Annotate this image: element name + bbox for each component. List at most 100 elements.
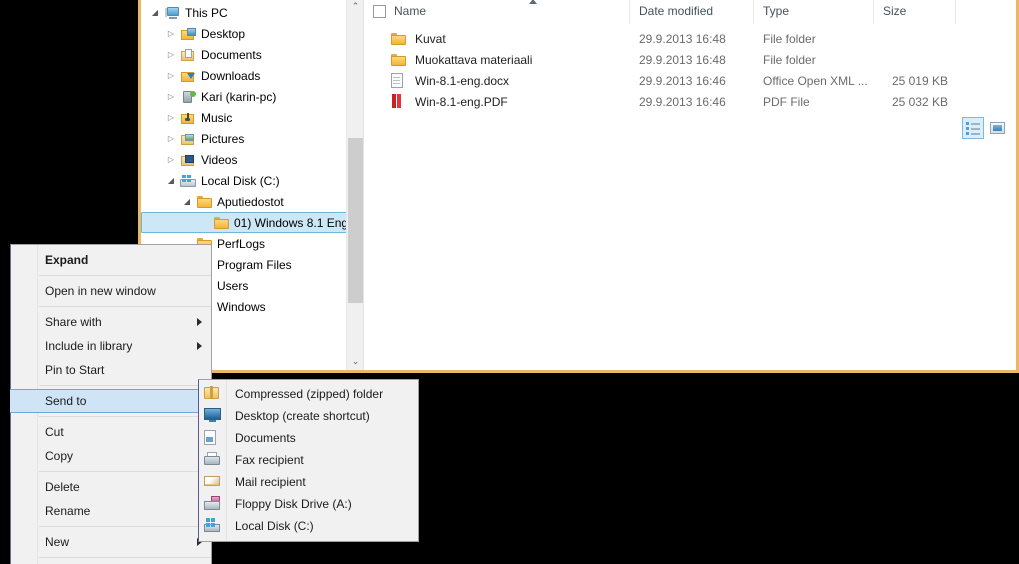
column-header-date[interactable]: Date modified (630, 0, 754, 24)
tree-item-icon (212, 216, 230, 229)
menu-separator (39, 416, 211, 417)
send-to-item-floppy-disk-drive-a[interactable]: Floppy Disk Drive (A:) (199, 493, 418, 515)
send-to-item-mail-recipient[interactable]: Mail recipient (199, 471, 418, 493)
chevron-right-icon[interactable]: ▷ (163, 155, 179, 164)
file-list-pane: Name Date modified Type Size Kuvat 29.9.… (364, 0, 1016, 370)
menu-item-expand[interactable]: Expand (11, 248, 211, 272)
chevron-right-icon[interactable]: ▷ (163, 134, 179, 143)
menu-item-rename[interactable]: Rename (11, 499, 211, 523)
file-name-label: Win-8.1-eng.PDF (415, 94, 508, 109)
column-header-name[interactable]: Name (364, 0, 630, 24)
tree-item-icon (179, 27, 197, 40)
submenu-arrow-icon (197, 342, 202, 350)
file-row[interactable]: Muokattava materiaali 29.9.2013 16:48 File… (364, 49, 1016, 70)
menu-item-open-in-new-window[interactable]: Open in new window (11, 279, 211, 303)
chevron-right-icon[interactable]: ▷ (163, 29, 179, 38)
chevron-right-icon[interactable]: ▷ (163, 113, 179, 122)
downloads-folder-icon (180, 70, 196, 82)
send-to-item-label: Desktop (create shortcut) (235, 409, 370, 423)
tree-item-label: Pictures (201, 131, 245, 146)
tree-item-icon (163, 6, 181, 19)
chevron-right-icon[interactable]: ▷ (163, 71, 179, 80)
menu-item-pin-to-start[interactable]: Pin to Start (11, 358, 211, 382)
tree-item-music[interactable]: ▷ Music (141, 107, 363, 128)
column-header-size-label: Size (883, 4, 907, 18)
file-date-cell: 29.9.2013 16:48 (639, 31, 726, 46)
pictures-folder-icon (180, 133, 196, 145)
send-to-item-compressed-zipped-folder[interactable]: Compressed (zipped) folder (199, 383, 418, 405)
column-header-size[interactable]: Size (874, 0, 956, 24)
file-type-cell: Office Open XML ... (763, 73, 868, 88)
chevron-right-icon[interactable]: ▷ (163, 92, 179, 101)
column-header-date-label: Date modified (639, 4, 714, 18)
menu-item-include-in-library[interactable]: Include in library (11, 334, 211, 358)
chevron-down-icon[interactable]: ◢ (163, 176, 179, 185)
tree-item-01-windows-8-1-eng[interactable]: 01) Windows 8.1 Eng (141, 212, 353, 233)
tree-item-label: Local Disk (C:) (201, 173, 280, 188)
tree-item-local-disk-c[interactable]: ◢ Local Disk (C:) (141, 170, 363, 191)
file-icon-wrap (391, 73, 409, 88)
send-to-item-fax-recipient[interactable]: Fax recipient (199, 449, 418, 471)
tree-item-this-pc[interactable]: ◢ This PC (141, 2, 363, 23)
chevron-down-icon[interactable]: ◢ (147, 8, 163, 17)
file-icon-wrap (391, 32, 409, 45)
send-to-item-desktop-create-shortcut[interactable]: Desktop (create shortcut) (199, 405, 418, 427)
submenu-arrow-icon (197, 318, 202, 326)
file-row[interactable]: Kuvat 29.9.2013 16:48 File folder (364, 28, 1016, 49)
file-name-label: Muokattava materiaali (415, 52, 533, 67)
tree-item-kari-karin-pc[interactable]: ▷ Kari (karin-pc) (141, 86, 363, 107)
select-all-checkbox[interactable] (373, 4, 386, 18)
menu-item-share-with[interactable]: Share with (11, 310, 211, 334)
send-to-item-local-disk-c[interactable]: Local Disk (C:) (199, 515, 418, 537)
tree-item-icon (179, 154, 197, 166)
tree-item-documents[interactable]: ▷ Documents (141, 44, 363, 65)
menu-item-label: Expand (45, 253, 89, 267)
menu-item-delete[interactable]: Delete (11, 475, 211, 499)
details-view-icon (966, 121, 980, 135)
videos-folder-icon (180, 154, 196, 166)
tree-item-pictures[interactable]: ▷ Pictures (141, 128, 363, 149)
menu-item-new[interactable]: New (11, 530, 211, 554)
file-row[interactable]: Win-8.1-eng.PDF 29.9.2013 16:46 PDF File 25… (364, 91, 1016, 112)
floppy-drive-icon (204, 496, 221, 512)
tree-item-videos[interactable]: ▷ Videos (141, 149, 363, 170)
file-name-cell: Muokattava materiaali (364, 53, 630, 67)
send-to-item-documents[interactable]: Documents (199, 427, 418, 449)
menu-separator (39, 306, 211, 307)
menu-item-send-to[interactable]: Send to (10, 389, 212, 413)
menu-item-label: Send to (45, 394, 87, 408)
scrollbar-thumb[interactable] (348, 138, 363, 303)
scroll-down-arrow-icon[interactable]: ⌄ (347, 353, 363, 370)
file-size-cell: 25 019 KB (891, 73, 948, 88)
documents-folder-icon (180, 48, 196, 61)
menu-item-cut[interactable]: Cut (11, 420, 211, 444)
menu-item-label: Open in new window (45, 284, 156, 298)
tree-item-label: PerfLogs (217, 236, 266, 251)
file-row[interactable]: Win-8.1-eng.docx 29.9.2013 16:46 Office Op… (364, 70, 1016, 91)
file-name-cell: Win-8.1-eng.PDF (364, 94, 630, 109)
menu-item-label: Share with (45, 315, 102, 329)
user-folder-icon (181, 90, 196, 103)
menu-item-copy[interactable]: Copy (11, 444, 211, 468)
file-date-cell: 29.9.2013 16:46 (639, 94, 726, 109)
scroll-up-arrow-icon[interactable]: ⌃ (347, 0, 363, 15)
zip-folder-icon (204, 386, 221, 402)
file-date-cell: 29.9.2013 16:46 (639, 73, 726, 88)
large-icons-view-button[interactable] (986, 117, 1008, 139)
send-to-item-label: Floppy Disk Drive (A:) (235, 497, 352, 511)
tree-item-desktop[interactable]: ▷ Desktop (141, 23, 363, 44)
column-header-type[interactable]: Type (754, 0, 874, 24)
tree-item-downloads[interactable]: ▷ Downloads (141, 65, 363, 86)
tree-item-aputiedostot[interactable]: ◢ Aputiedostot (141, 191, 363, 212)
mail-envelope-icon (204, 474, 221, 490)
tree-item-icon (179, 48, 197, 61)
chevron-right-icon[interactable]: ▷ (163, 50, 179, 59)
details-view-button[interactable] (962, 117, 984, 139)
view-toolbar (364, 112, 1016, 144)
file-name-cell: Win-8.1-eng.docx (364, 73, 630, 88)
tree-item-label: Aputiedostot (217, 194, 284, 209)
file-explorer-window: ◢ This PC ▷ Desktop ▷ Documents ▷ Downloads ▷ Kar… (138, 0, 1019, 373)
nav-pane-scrollbar[interactable]: ⌃ ⌄ (346, 0, 363, 370)
file-date-cell: 29.9.2013 16:48 (639, 52, 726, 67)
chevron-down-icon[interactable]: ◢ (179, 197, 195, 206)
